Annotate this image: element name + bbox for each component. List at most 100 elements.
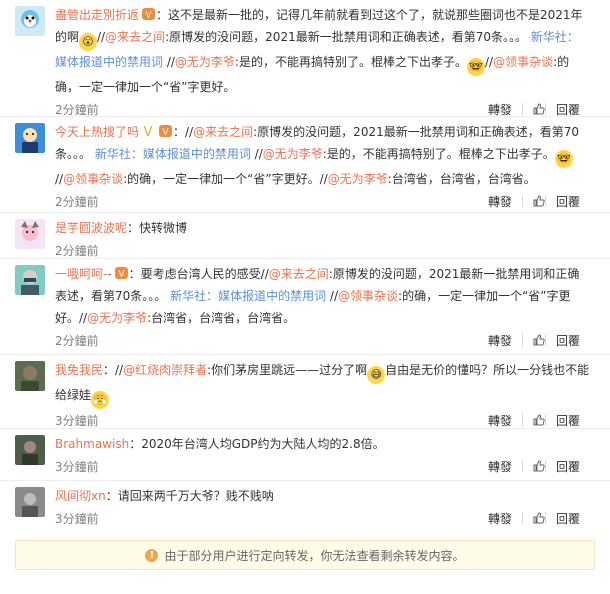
repost-button[interactable]: 轉發 — [478, 193, 522, 210]
reply-button[interactable]: 回覆 — [546, 458, 590, 475]
repost-item: Brahmawish：2020年台湾人均GDP约为大陆人均的2.8倍。 3分鐘前… — [0, 428, 610, 480]
repost-button[interactable]: 轉發 — [478, 510, 522, 527]
text-seg: // — [484, 55, 494, 69]
text-seg: // — [55, 172, 64, 186]
text-seg: // — [250, 147, 263, 161]
repost-actions: 轉發 回覆 — [478, 193, 590, 210]
warning-icon: ! — [145, 548, 159, 562]
repost-text: Brahmawish：2020年台湾人均GDP约为大陆人均的2.8倍。 — [55, 433, 590, 455]
mention-link[interactable]: @来去之间 — [105, 30, 165, 44]
restricted-notice: ! 由于部分用户进行定向转发，你无法查看剩余转发内容。 — [15, 540, 595, 570]
mention-link[interactable]: @来去之间 — [269, 267, 329, 281]
svg-text:V: V — [162, 128, 169, 138]
mention-link[interactable]: @领事杂谈 — [493, 55, 553, 69]
vip-badge-icon: V — [159, 125, 173, 138]
thumb-up-icon — [533, 460, 545, 472]
timestamp: 2分鐘前 — [55, 194, 99, 209]
like-button[interactable] — [523, 334, 545, 346]
text-seg: :是的，不能再搞特别了。棍棒之下出孝子。 — [234, 55, 467, 69]
repost-actions: 轉發 回覆 — [478, 332, 590, 349]
username-link[interactable]: 盡管出走別折返 — [55, 8, 139, 22]
vip-badge-icon: V — [142, 8, 156, 21]
repost-item: 一哦呵呵-- V ：要考虑台湾人民的感受//@来去之间:原博发的没问题，2021最新… — [0, 258, 610, 354]
user-avatar[interactable] — [15, 435, 45, 465]
notice-text: 由于部分用户进行定向转发，你无法查看剩余转发内容。 — [164, 548, 465, 563]
reply-button[interactable]: 回覆 — [546, 332, 590, 349]
mention-link[interactable]: @来去之间 — [193, 125, 253, 139]
repost-button[interactable]: 轉發 — [478, 101, 522, 118]
text-seg: :台湾省，台湾省，台湾省。 — [387, 172, 536, 186]
like-button[interactable] — [523, 460, 545, 472]
timestamp: 2分鐘前 — [55, 243, 99, 258]
vip-badge-icon: V — [114, 267, 128, 280]
repost-meta: 2分鐘前 轉發 回覆 — [55, 190, 590, 212]
text-seg: :是的，不能再搞特别了。棍棒之下出孝子。 — [322, 147, 555, 161]
text-seg: :你们茅房里跳远——过分了啊 — [207, 363, 368, 377]
user-avatar[interactable] — [15, 265, 45, 295]
like-button[interactable] — [523, 512, 545, 524]
username-link[interactable]: Brahmawish — [55, 437, 129, 451]
angry-emoji-icon: 😤 — [91, 391, 110, 409]
shocked-emoji-icon: 😮 — [79, 33, 98, 51]
svg-text:V: V — [145, 11, 152, 21]
repost-item: 今天上热搜了吗 V V ：//@来去之间:原博发的没问题，2021最新一批禁用词和正确… — [0, 116, 610, 212]
like-button[interactable] — [523, 103, 545, 115]
mention-link[interactable]: @无为李爷 — [328, 172, 388, 186]
text-seg: :原博发的没问题，2021最新一批禁用词和正确表述，看第70条。。。 — [165, 30, 527, 44]
thumb-up-icon — [533, 103, 545, 115]
reply-button[interactable]: 回覆 — [546, 193, 590, 210]
user-avatar[interactable] — [15, 219, 45, 249]
user-avatar[interactable] — [15, 123, 45, 153]
timestamp: 3分鐘前 — [55, 413, 99, 428]
mention-link[interactable]: @领事杂谈 — [63, 172, 123, 186]
thumb-up-icon — [533, 414, 545, 426]
repost-meta: 2分鐘前 轉發 回覆 — [55, 329, 590, 351]
text-seg: // — [97, 30, 106, 44]
repost-button[interactable]: 轉發 — [478, 412, 522, 429]
thumb-up-icon — [533, 512, 545, 524]
timestamp: 3分鐘前 — [55, 511, 99, 526]
mention-link[interactable]: @无为李爷 — [263, 147, 323, 161]
thumb-up-icon — [533, 195, 545, 207]
article-link[interactable]: 新华社：媒体报道中的禁用词 — [91, 147, 251, 161]
timestamp: 3分鐘前 — [55, 459, 99, 474]
repost-text: 一哦呵呵-- V ：要考虑台湾人民的感受//@来去之间:原博发的没问题，2021最新… — [55, 263, 590, 329]
reply-button[interactable]: 回覆 — [546, 412, 590, 429]
v-verified-icon: V — [144, 125, 153, 138]
text-seg: ：要考虑台湾人民的感受// — [128, 267, 269, 281]
mention-link[interactable]: @红烧肉崇拜者 — [123, 363, 207, 377]
thumb-up-icon — [533, 334, 545, 346]
repost-item: 风间彻xn：请回来两千万大爷？贱不贱呐 3分鐘前 轉發 回覆 — [0, 480, 610, 532]
mention-link[interactable]: @无为李爷 — [87, 311, 147, 325]
repost-actions: 轉發 回覆 — [478, 412, 590, 429]
glasses-emoji-icon: 🤓 — [466, 58, 485, 76]
text-seg: ：2020年台湾人均GDP约为大陆人均的2.8倍。 — [129, 437, 385, 451]
username-link[interactable]: 是芋圆波波呢 — [55, 221, 127, 235]
text-seg: ： — [173, 125, 186, 139]
repost-text: 风间彻xn：请回来两千万大爷？贱不贱呐 — [55, 485, 590, 507]
reply-button[interactable]: 回覆 — [546, 101, 590, 118]
user-avatar[interactable] — [15, 6, 45, 36]
username-link[interactable]: 一哦呵呵-- — [55, 267, 112, 281]
user-avatar[interactable] — [15, 361, 45, 391]
username-link[interactable]: 今天上热搜了吗 — [55, 125, 139, 139]
username-link[interactable]: 风间彻xn — [55, 489, 106, 503]
repost-actions: 轉發 回覆 — [478, 101, 590, 118]
repost-button[interactable]: 轉發 — [478, 332, 522, 349]
repost-meta: 3分鐘前 轉發 回覆 — [55, 507, 590, 529]
like-button[interactable] — [523, 195, 545, 207]
username-link[interactable]: 我免我民 — [55, 363, 103, 377]
repost-item: 我免我民：//@红烧肉崇拜者:你们茅房里跳远——过分了啊 😅 自由是无价的懂吗？所以… — [0, 354, 610, 428]
user-avatar[interactable] — [15, 487, 45, 517]
article-link[interactable]: 新华社：媒体报道中的禁用词 — [166, 289, 326, 303]
mention-link[interactable]: @无为李爷 — [175, 55, 235, 69]
repost-button[interactable]: 轉發 — [478, 458, 522, 475]
text-seg: ：// — [103, 363, 124, 377]
reply-button[interactable]: 回覆 — [546, 510, 590, 527]
repost-text: 我免我民：//@红烧肉崇拜者:你们茅房里跳远——过分了啊 😅 自由是无价的懂吗？所以… — [55, 359, 590, 409]
like-button[interactable] — [523, 414, 545, 426]
text-seg: // — [163, 55, 175, 69]
mention-link[interactable]: @领事杂谈 — [338, 289, 398, 303]
sweat-smile-emoji-icon: 😅 — [367, 366, 386, 384]
glasses-emoji-icon: 🤓 — [554, 150, 573, 168]
